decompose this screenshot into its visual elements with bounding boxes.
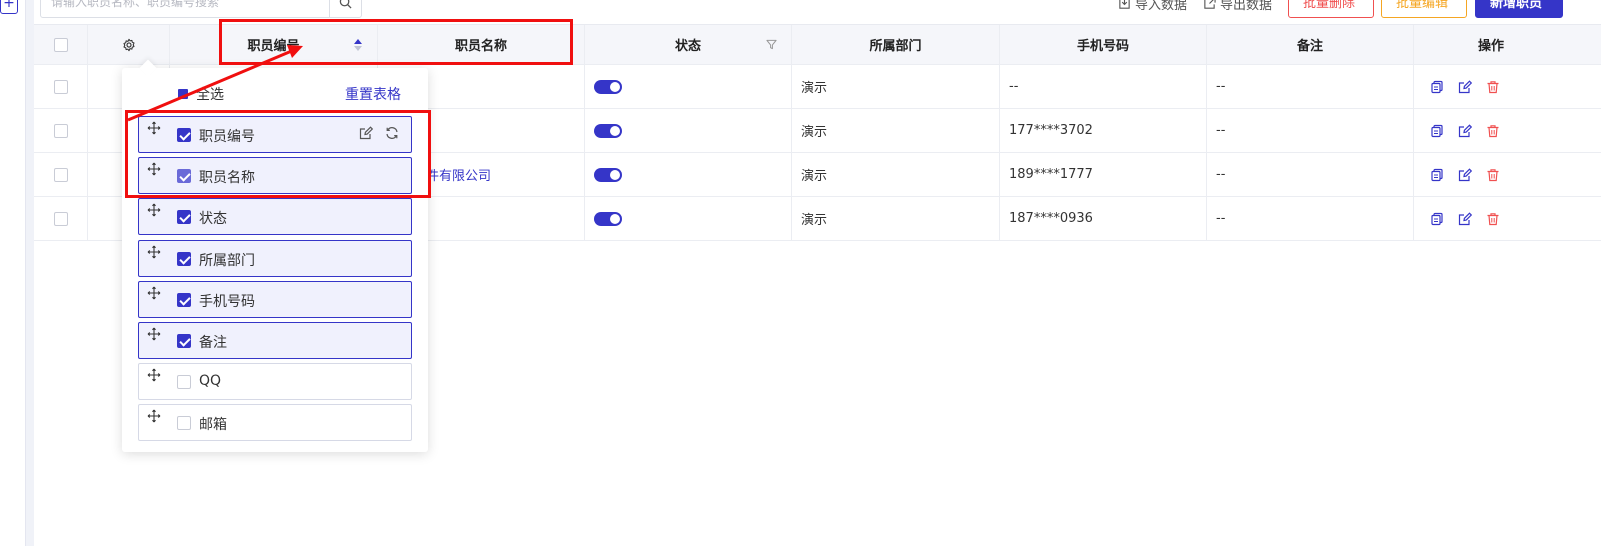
- annotation-arrow: [127, 45, 303, 122]
